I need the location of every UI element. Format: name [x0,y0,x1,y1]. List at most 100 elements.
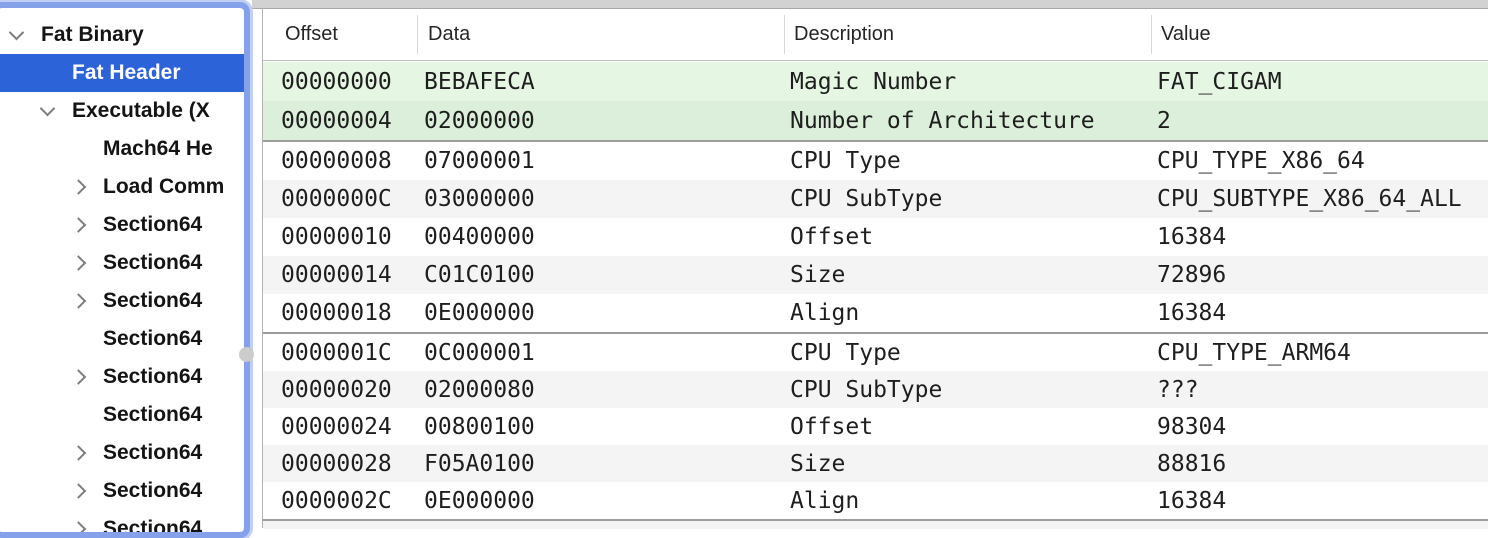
splitter-handle[interactable] [239,347,254,362]
cell-value: 16384 [1157,224,1488,250]
sidebar-item-label: Section64 [103,441,202,465]
table-row[interactable]: 0000002C0E000000Align16384 [263,482,1488,519]
cell-value: 16384 [1157,488,1488,514]
cell-value: CPU_TYPE_ARM64 [1157,340,1488,366]
cell-description: CPU SubType [790,186,1157,212]
cell-data: F05A0100 [424,451,790,477]
toolbar-bottom-edge [252,0,1488,9]
table-row[interactable]: 0000001C0C000001CPU TypeCPU_TYPE_ARM64 [263,334,1488,371]
table-row[interactable]: 0000000C03000000CPU SubTypeCPU_SUBTYPE_X… [263,180,1488,218]
chevron-right-icon[interactable] [71,255,87,271]
table-row[interactable]: 0000000807000001CPU TypeCPU_TYPE_X86_64 [263,142,1488,180]
column-header-offset[interactable]: Offset [281,23,424,46]
cell-data: BEBAFECA [424,69,790,95]
sidebar-item-section64[interactable]: Section64 [0,206,244,244]
column-header-description[interactable]: Description [790,23,1157,46]
cell-value: CPU_TYPE_X86_64 [1157,148,1488,174]
cell-offset: 00000024 [281,414,424,440]
cell-description: CPU SubType [790,377,1157,403]
cell-description: CPU Type [790,148,1157,174]
cell-value: 16384 [1157,300,1488,326]
table-row[interactable]: 0000000402000000Number of Architecture2 [263,101,1488,140]
cell-description: Offset [790,414,1157,440]
cell-offset: 00000028 [281,451,424,477]
sidebar-tree: Fat Binary Fat Header Executable (X Mach64 … [0,2,250,538]
sidebar-item-section64[interactable]: Section64 [0,282,244,320]
sidebar-item-section64[interactable]: Section64 [0,320,244,358]
table-row[interactable]: 00000028F05A0100Size88816 [263,445,1488,482]
sidebar-item-mach64-he[interactable]: Mach64 He [0,130,244,168]
cell-offset: 0000000C [281,186,424,212]
cell-description: Size [790,262,1157,288]
sidebar-item-section64[interactable]: Section64 [0,396,244,434]
table-row[interactable]: 0000002002000080CPU SubType??? [263,371,1488,408]
sidebar-item-section64[interactable]: Section64 [0,434,244,472]
chevron-right-icon[interactable] [71,217,87,233]
cell-offset: 0000001C [281,340,424,366]
cell-value: 88816 [1157,451,1488,477]
sidebar-item-section64[interactable]: Section64 [0,510,244,538]
cell-offset: 00000008 [281,148,424,174]
table-body: 00000000BEBAFECAMagic NumberFAT_CIGAM000… [263,62,1488,529]
sidebar-item-executable-x[interactable]: Executable (X [0,92,244,130]
table-row[interactable]: 0000002400800100Offset98304 [263,408,1488,445]
cell-data: 0E000000 [424,488,790,514]
chevron-right-icon[interactable] [71,445,87,461]
table-row[interactable]: 000000180E000000Align16384 [263,294,1488,332]
cell-offset: 0000002C [281,488,424,514]
chevron-right-icon[interactable] [71,483,87,499]
cell-value: 72896 [1157,262,1488,288]
cell-data: C01C0100 [424,262,790,288]
column-header-value[interactable]: Value [1157,23,1488,46]
cell-data: 00800100 [424,414,790,440]
cell-description: Magic Number [790,69,1157,95]
cell-description: Offset [790,224,1157,250]
cell-description: Align [790,300,1157,326]
cell-offset: 00000018 [281,300,424,326]
cell-data: 0E000000 [424,300,790,326]
table-header: OffsetDataDescriptionValue [263,9,1488,61]
sidebar-item-section64[interactable]: Section64 [0,358,244,396]
sidebar-item-label: Load Comm [103,175,224,199]
sidebar-item-section64[interactable]: Section64 [0,472,244,510]
chevron-down-icon[interactable] [40,101,56,117]
chevron-down-icon[interactable] [9,25,25,41]
cell-value: 98304 [1157,414,1488,440]
cell-description: CPU Type [790,340,1157,366]
cell-description: Number of Architecture [790,108,1157,134]
cell-data: 03000000 [424,186,790,212]
sidebar-item-label: Section64 [103,403,202,427]
table-row[interactable]: 0000001000400000Offset16384 [263,218,1488,256]
chevron-right-icon[interactable] [71,369,87,385]
sidebar-item-label: Fat Binary [41,23,144,47]
chevron-right-icon[interactable] [71,521,87,537]
cell-data: 0C000001 [424,340,790,366]
sidebar-item-fat-header[interactable]: Fat Header [0,54,244,92]
cell-offset: 00000000 [281,69,424,95]
sidebar-item-label: Executable (X [72,99,210,123]
chevron-right-icon[interactable] [71,179,87,195]
sidebar-item-section64[interactable]: Section64 [0,244,244,282]
table-row[interactable]: 00000000BEBAFECAMagic NumberFAT_CIGAM [263,62,1488,101]
cell-data: 02000000 [424,108,790,134]
sidebar-item-label: Section64 [103,289,202,313]
chevron-right-icon[interactable] [71,293,87,309]
sidebar-item-label: Fat Header [72,61,181,85]
cell-offset: 00000004 [281,108,424,134]
sidebar-item-fat-binary[interactable]: Fat Binary [0,16,244,54]
outline-tree: Fat Binary Fat Header Executable (X Mach64 … [0,16,244,538]
column-header-data[interactable]: Data [424,23,790,46]
column-separator[interactable] [417,15,418,54]
sidebar-item-label: Section64 [103,251,202,275]
cell-description: Align [790,488,1157,514]
cell-value: 2 [1157,108,1488,134]
table-row[interactable]: 00000014C01C0100Size72896 [263,256,1488,294]
cell-offset: 00000020 [281,377,424,403]
cell-value: CPU_SUBTYPE_X86_64_ALL [1157,186,1488,212]
column-separator[interactable] [1151,15,1152,54]
cell-value: ??? [1157,377,1488,403]
sidebar-item-load-comm[interactable]: Load Comm [0,168,244,206]
sidebar-item-label: Section64 [103,479,202,503]
cell-data: 00400000 [424,224,790,250]
column-separator[interactable] [784,15,785,54]
